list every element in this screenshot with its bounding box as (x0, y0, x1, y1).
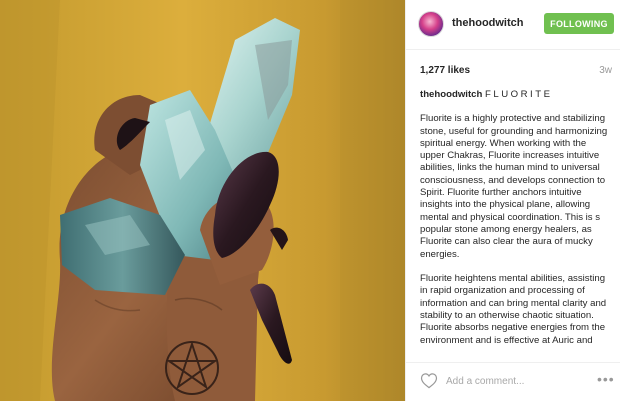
post-photo[interactable] (0, 0, 405, 401)
caption-paragraph: Fluorite heightens mental abilities, ass… (420, 273, 607, 346)
avatar[interactable] (418, 11, 444, 37)
add-comment-input[interactable] (446, 372, 586, 390)
post-header: thehoodwitch FOLLOWING (406, 0, 620, 50)
post-caption: thehoodwitch FLUORITE Fluorite is a high… (420, 89, 612, 357)
caption-heading: thehoodwitch FLUORITE (420, 89, 612, 101)
username-link[interactable]: thehoodwitch (452, 17, 524, 29)
hand-holding-crystals-image (0, 0, 405, 401)
post-details-panel: thehoodwitch FOLLOWING 1,277 likes 3w th… (405, 0, 620, 401)
caption-title: FLUORITE (485, 89, 553, 100)
following-button[interactable]: FOLLOWING (544, 13, 614, 34)
post-timestamp[interactable]: 3w (599, 65, 612, 76)
comment-bar: ••• (406, 362, 620, 401)
more-options-icon[interactable]: ••• (597, 372, 614, 386)
caption-paragraph: Fluorite is a highly protective and stab… (420, 113, 608, 260)
likes-count[interactable]: 1,277 likes (420, 65, 470, 76)
heart-icon[interactable] (420, 372, 438, 389)
caption-username-link[interactable]: thehoodwitch (420, 89, 482, 100)
